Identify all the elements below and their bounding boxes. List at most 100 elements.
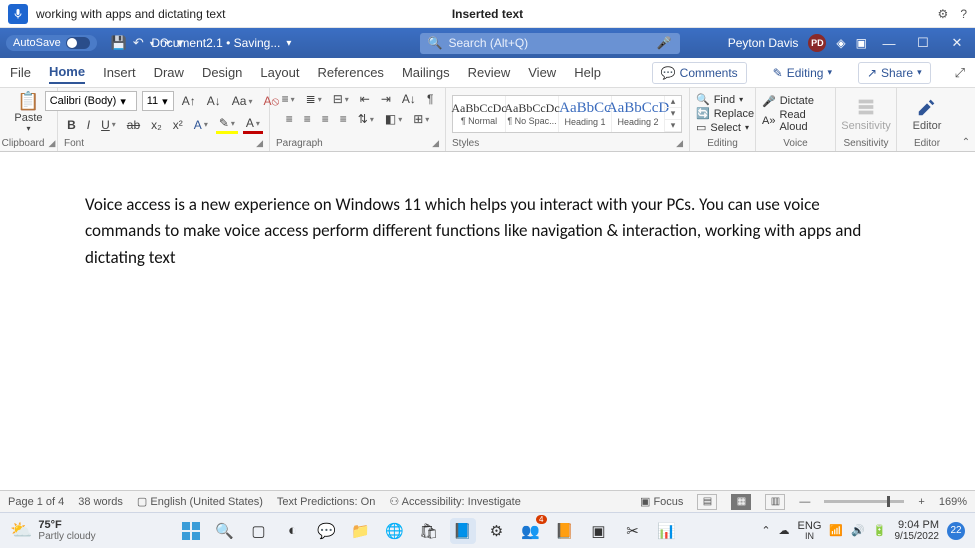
print-layout-icon[interactable]: ▦ [731, 494, 751, 510]
gear-icon[interactable]: ⚙ [938, 7, 949, 21]
justify-icon[interactable]: ≡ [337, 111, 350, 127]
multilevel-icon[interactable]: ⊟▾ [330, 91, 352, 107]
help-icon[interactable]: ? [960, 7, 967, 21]
start-button[interactable] [178, 518, 204, 544]
tab-review[interactable]: Review [468, 62, 511, 83]
read-aloud-button[interactable]: A» Read Aloud [762, 109, 829, 133]
word-icon[interactable]: 📘 [450, 518, 476, 544]
edge-icon[interactable]: 🌐 [382, 518, 408, 544]
sort-icon[interactable]: A↓ [399, 91, 419, 107]
tab-design[interactable]: Design [202, 62, 242, 83]
text-effects-icon[interactable]: A▾ [191, 117, 211, 133]
italic-button[interactable]: I [84, 117, 93, 133]
zoom-slider[interactable] [824, 500, 904, 503]
tab-insert[interactable]: Insert [103, 62, 136, 83]
store-icon[interactable]: 🛍 [416, 518, 442, 544]
terminal-icon[interactable]: ▣ [586, 518, 612, 544]
snip-icon[interactable]: ✂ [620, 518, 646, 544]
toggle-switch-icon[interactable] [66, 37, 90, 49]
clock[interactable]: 9:04 PM 9/15/2022 [895, 519, 940, 542]
language-indicator[interactable]: ▢ English (United States) [137, 495, 263, 508]
dialog-launcher-icon[interactable]: ◢ [256, 138, 263, 149]
font-family-select[interactable]: Calibri (Body)▾ [45, 91, 137, 111]
maximize-button[interactable]: ☐ [911, 35, 935, 51]
align-center-icon[interactable]: ≡ [301, 111, 314, 127]
tab-draw[interactable]: Draw [154, 62, 184, 83]
minimize-button[interactable]: — [877, 36, 901, 51]
volume-icon[interactable]: 🔊 [851, 524, 865, 537]
onedrive-icon[interactable]: ☁ [779, 524, 790, 537]
shrink-font-icon[interactable]: A↓ [204, 93, 224, 109]
widgets-icon[interactable]: ◐ [280, 518, 306, 544]
chevron-down-icon[interactable]: ▾ [665, 108, 681, 120]
document-paragraph[interactable]: Voice access is a new experience on Wind… [85, 192, 890, 271]
powerpoint-icon[interactable]: 📙 [552, 518, 578, 544]
styles-gallery[interactable]: AaBbCcDc¶ Normal AaBbCcDc¶ No Spac... Aa… [452, 95, 682, 133]
style-nospacing[interactable]: AaBbCcDc¶ No Spac... [506, 96, 559, 132]
tab-mailings[interactable]: Mailings [402, 62, 450, 83]
subscript-button[interactable]: x₂ [148, 117, 165, 133]
shading-icon[interactable]: ◧▾ [382, 111, 405, 127]
app-icon[interactable]: 📊 [654, 518, 680, 544]
dialog-launcher-icon[interactable]: ◢ [432, 138, 439, 149]
sensitivity-button[interactable]: Sensitivity [842, 96, 890, 132]
avatar[interactable]: PD [808, 34, 826, 52]
notifications-button[interactable]: 22 [947, 522, 965, 540]
chevron-down-icon[interactable]: ▾ [286, 38, 291, 49]
select-button[interactable]: ▭ Select ▾ [696, 121, 754, 134]
indent-icon[interactable]: ⇥ [378, 91, 394, 107]
grow-font-icon[interactable]: A↑ [179, 93, 199, 109]
tab-file[interactable]: File [10, 62, 31, 83]
language-switcher[interactable]: ENG IN [798, 521, 822, 541]
autosave-toggle[interactable]: AutoSave [6, 35, 97, 51]
dictate-button[interactable]: 🎤 Dictate [762, 95, 829, 108]
save-icon[interactable]: 💾 [111, 35, 127, 51]
close-button[interactable]: ✕ [945, 35, 969, 51]
styles-expand-icon[interactable]: ▾ [665, 120, 681, 132]
zoom-in-button[interactable]: + [918, 496, 924, 508]
tab-layout[interactable]: Layout [260, 62, 299, 83]
zoom-out-button[interactable]: — [799, 496, 810, 508]
strike-button[interactable]: ab [124, 117, 143, 133]
show-marks-icon[interactable]: ¶ [424, 91, 436, 107]
paste-button[interactable]: 📋 Paste ▾ [14, 91, 42, 133]
search-taskbar-icon[interactable]: 🔍 [212, 518, 238, 544]
outdent-icon[interactable]: ⇤ [357, 91, 373, 107]
diamond-icon[interactable]: ◈ [836, 36, 845, 50]
bold-button[interactable]: B [64, 117, 79, 133]
battery-icon[interactable]: 🔋 [873, 524, 887, 537]
word-count[interactable]: 38 words [78, 496, 123, 508]
numbering-icon[interactable]: ≣▾ [303, 91, 325, 107]
align-left-icon[interactable]: ≡ [283, 111, 296, 127]
collapse-ribbon-button[interactable]: ⌃ [957, 88, 975, 151]
dialog-launcher-icon[interactable]: ◢ [676, 138, 683, 149]
style-heading1[interactable]: AaBbCcHeading 1 [559, 96, 612, 132]
tab-home[interactable]: Home [49, 61, 85, 84]
tab-view[interactable]: View [528, 62, 556, 83]
web-layout-icon[interactable]: ▥ [765, 494, 785, 510]
change-case-icon[interactable]: Aa▾ [229, 93, 256, 109]
focus-mode-button[interactable]: ▣ Focus [640, 495, 683, 508]
teams-icon[interactable]: 👥 [518, 518, 544, 544]
align-right-icon[interactable]: ≡ [319, 111, 332, 127]
task-view-icon[interactable]: ▢ [246, 518, 272, 544]
font-size-select[interactable]: 11▾ [142, 91, 174, 111]
chevron-up-icon[interactable]: ▴ [665, 96, 681, 108]
read-mode-icon[interactable]: ▤ [697, 494, 717, 510]
settings-taskbar-icon[interactable]: ⚙ [484, 518, 510, 544]
borders-icon[interactable]: ⊞▾ [410, 111, 432, 127]
user-name[interactable]: Peyton Davis [728, 36, 799, 50]
style-heading2[interactable]: AaBbCcDHeading 2 [612, 96, 665, 132]
find-button[interactable]: 🔍 Find ▾ [696, 93, 754, 106]
document-area[interactable]: Voice access is a new experience on Wind… [0, 152, 975, 490]
tab-help[interactable]: Help [574, 62, 601, 83]
document-title[interactable]: Document2.1 • Saving... ▾ [151, 36, 291, 50]
search-box[interactable]: 🔍 Search (Alt+Q) 🎤 [420, 33, 680, 54]
font-color-icon[interactable]: A▾ [243, 115, 263, 134]
tab-references[interactable]: References [317, 62, 383, 83]
zoom-level[interactable]: 169% [939, 496, 967, 508]
search-mic-icon[interactable]: 🎤 [657, 36, 672, 50]
dialog-launcher-icon[interactable]: ◢ [48, 138, 55, 149]
present-icon[interactable]: ▣ [856, 36, 867, 50]
bullets-icon[interactable]: ≡▾ [279, 91, 298, 107]
